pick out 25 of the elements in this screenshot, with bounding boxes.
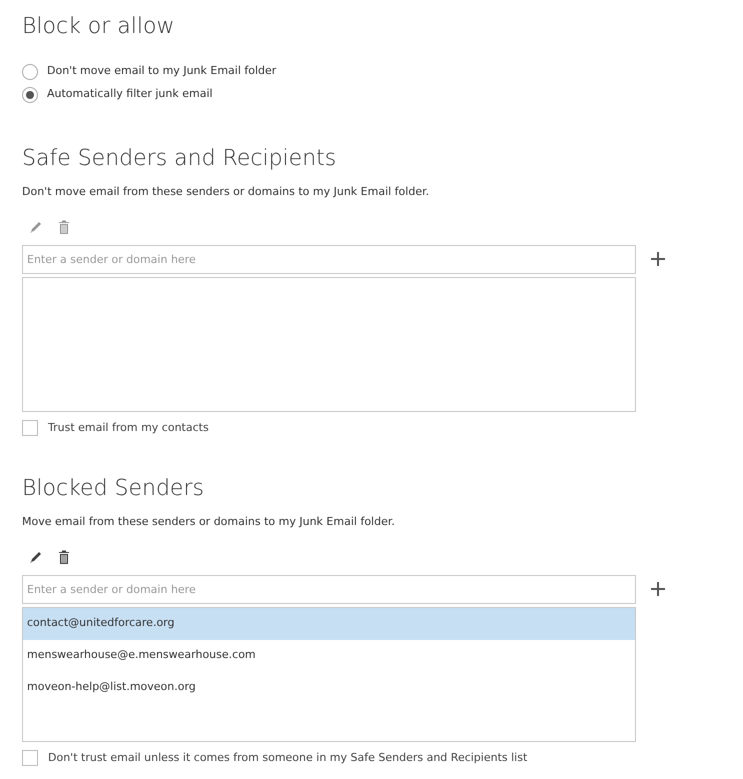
sender-list-item[interactable]: contact@unitedforcare.org xyxy=(23,608,635,640)
add-button[interactable] xyxy=(650,581,666,597)
checkbox-label[interactable]: Don't trust email unless it comes from someone in my Safe Senders and Recipients list xyxy=(48,750,528,766)
page-title: Block or allow xyxy=(22,13,176,41)
delete-icon xyxy=(56,218,72,234)
delete-icon xyxy=(56,548,72,564)
add-icon xyxy=(650,251,666,267)
checkbox-label[interactable]: Trust email from my contacts xyxy=(48,420,209,436)
sender-list-item[interactable]: moveon-help@list.moveon.org xyxy=(23,672,635,704)
delete-button[interactable] xyxy=(56,548,72,564)
radio-button[interactable] xyxy=(22,86,38,102)
radio-label[interactable]: Automatically filter junk email xyxy=(47,86,213,103)
sender-list-item[interactable]: menswearhouse@e.menswearhouse.com xyxy=(23,640,635,672)
checkbox[interactable] xyxy=(22,750,38,766)
add-button[interactable] xyxy=(650,251,666,267)
section-description: Move email from these senders or domains to my Junk Email folder. xyxy=(22,514,396,530)
sender-input-field[interactable]: Enter a sender or domain here xyxy=(22,574,636,604)
radio-button[interactable] xyxy=(22,64,38,80)
radio-label[interactable]: Don't move email to my Junk Email folder xyxy=(47,63,276,80)
section-title: Safe Senders and Recipients xyxy=(22,145,338,173)
sender-input-field[interactable]: Enter a sender or domain here xyxy=(22,244,636,274)
section-title: Blocked Senders xyxy=(22,475,205,503)
section-description: Don't move email from these senders or domains to my Junk Email folder. xyxy=(22,184,430,200)
checkbox[interactable] xyxy=(22,420,38,436)
add-icon xyxy=(650,581,666,597)
